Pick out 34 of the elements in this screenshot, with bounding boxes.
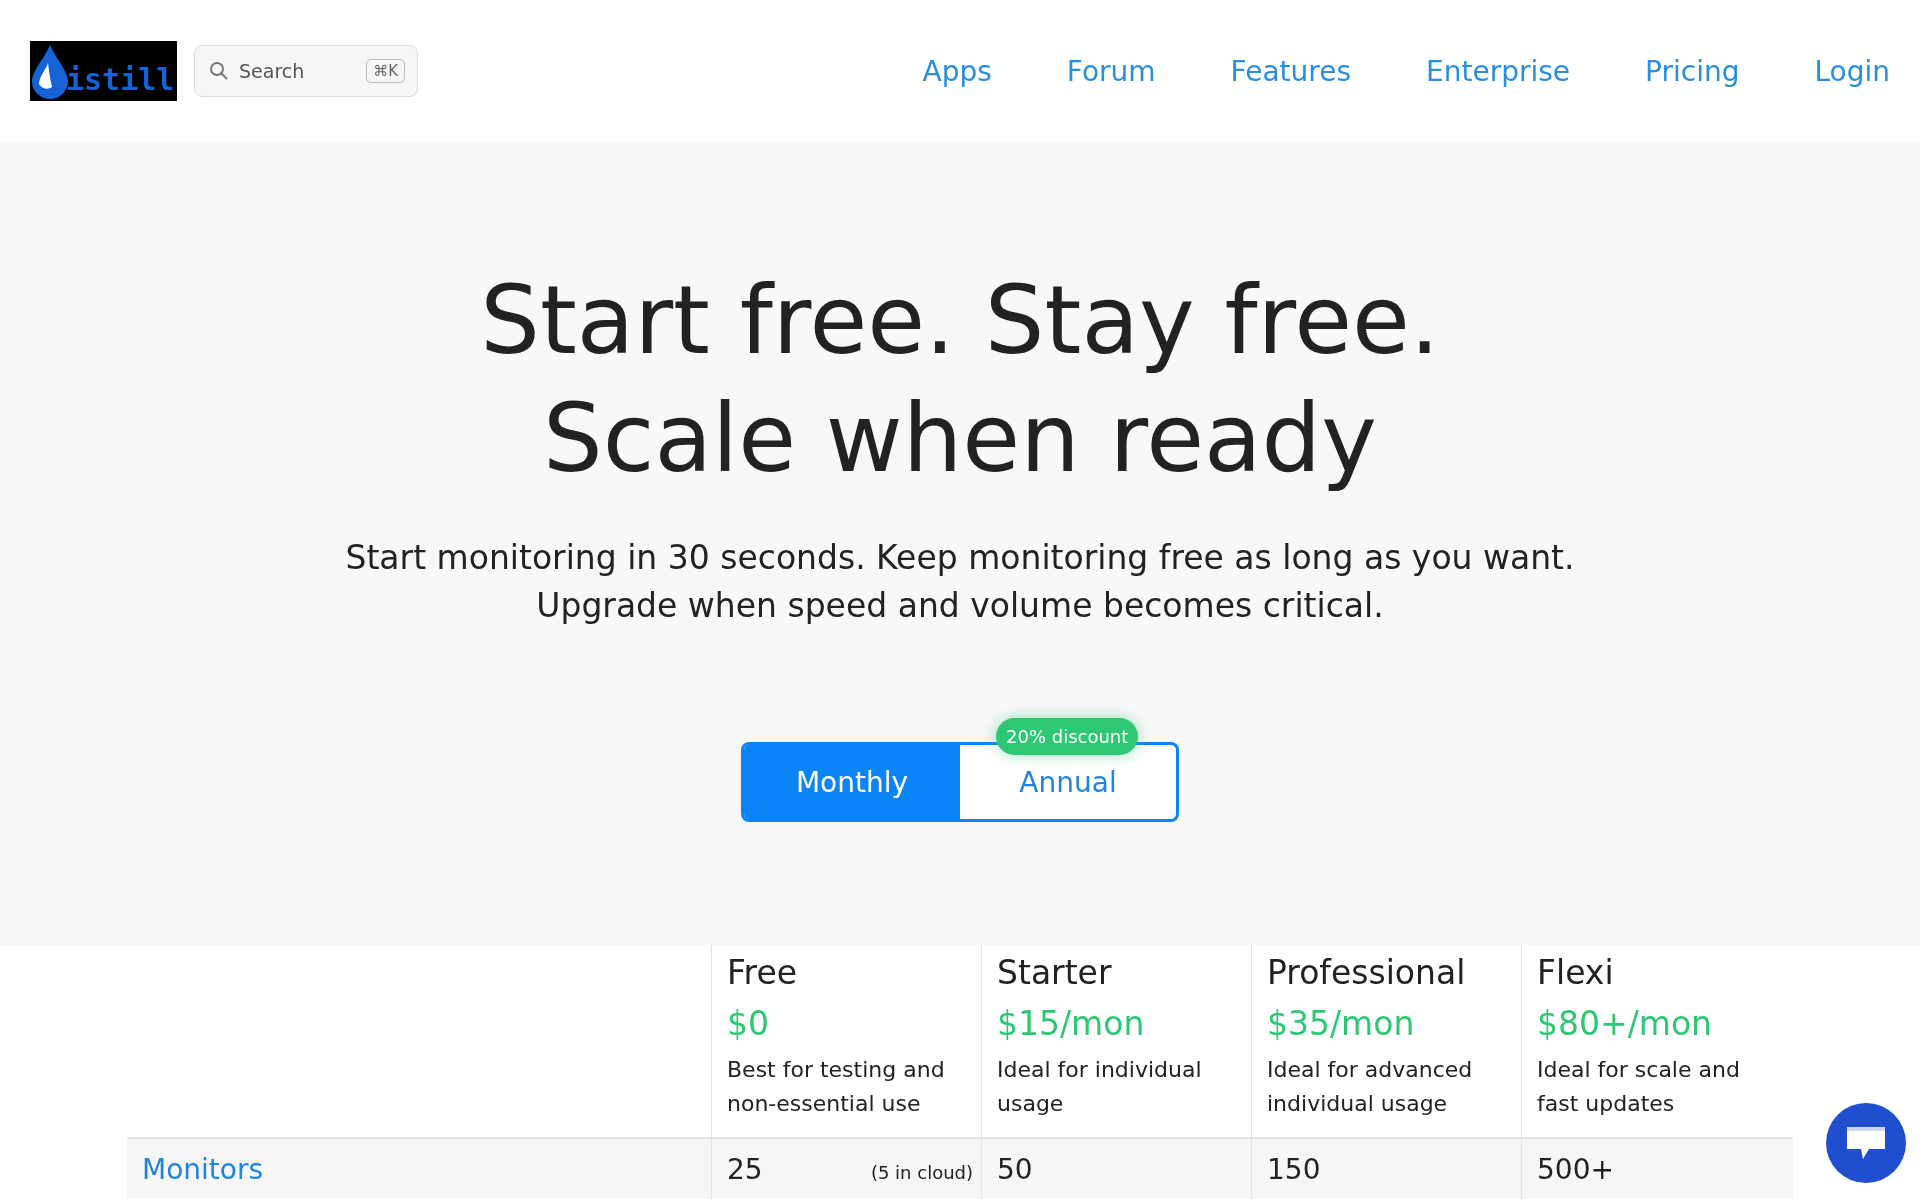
feature-link[interactable]: Monitors [142,1153,264,1186]
plan-name: Starter [997,953,1113,992]
nav-link[interactable]: Pricing [1645,54,1740,88]
plan-description: Ideal for advanced individual usage [1267,1056,1474,1118]
drop-icon [30,43,70,99]
billing-option[interactable]: Annual [960,745,1176,819]
nav-link[interactable]: Apps [922,54,992,88]
hero-subtitle: Start monitoring in 30 seconds. Keep monitoring free as long as you want. Upgrade when speed and volume becomes critical. [344,537,1576,627]
search-field[interactable]: Search [237,59,341,83]
table-cell: 500+ [1537,1153,1614,1186]
nav-link[interactable]: Login [1814,54,1890,88]
shortcut-key: ⌘K [366,59,405,83]
logo[interactable]: istill [30,41,177,101]
search-icon [209,61,229,81]
plan-description: Best for testing and non-essential use [727,1056,946,1118]
plan-price: $15/mon [997,1004,1146,1043]
plan-name: Flexi [1537,953,1615,992]
discount-badge: 20% discount [996,718,1139,755]
table-cell: 150 [1267,1153,1321,1186]
plan-name: Free [727,953,799,992]
plan-price: $0 [727,1004,770,1043]
plan-price: $80+/mon [1537,1004,1713,1043]
plan-price: $35/mon [1267,1004,1416,1043]
table-cell: 50 [997,1153,1033,1186]
plan-description: Ideal for scale and fast updates [1537,1056,1741,1118]
table-cell: 25 [727,1153,763,1186]
billing-option[interactable]: Monthly [744,745,960,819]
cell-note: (5 in cloud) [870,1162,973,1183]
plan-name: Professional [1267,953,1467,992]
nav-link[interactable]: Enterprise [1426,54,1571,88]
nav-link[interactable]: Features [1230,54,1351,88]
nav-link[interactable]: Forum [1066,54,1156,88]
plan-description: Ideal for individual usage [997,1056,1203,1118]
hero-title: Start free. Stay free. Scale when ready [480,265,1440,495]
